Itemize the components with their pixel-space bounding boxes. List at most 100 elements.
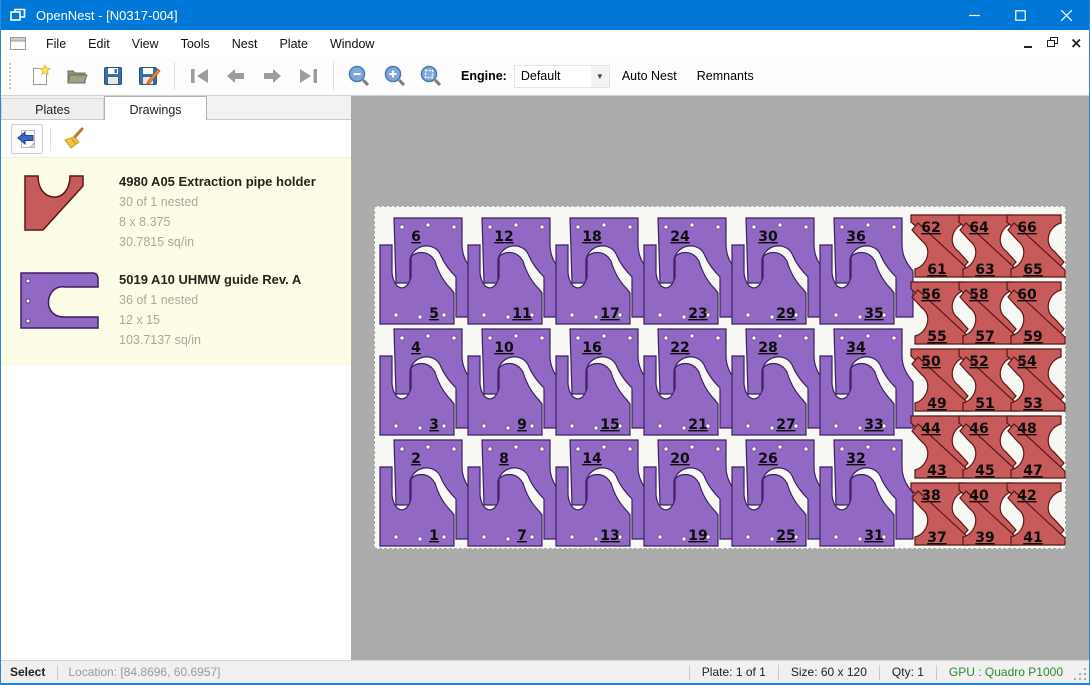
menu-tools[interactable]: Tools — [170, 34, 221, 54]
nested-part-pair-purple[interactable]: 3029 — [732, 218, 825, 324]
nested-part-pair-red[interactable]: 6463 — [959, 215, 1017, 278]
nest-part-number: 35 — [864, 306, 883, 322]
nested-part-pair-purple[interactable]: 3635 — [820, 218, 913, 324]
nest-part-number: 41 — [1023, 530, 1042, 546]
nested-part-pair-red[interactable]: 62 61 — [911, 215, 969, 278]
nested-part-pair-purple[interactable]: 2019 — [644, 440, 737, 546]
nested-part-pair-red[interactable]: 5251 — [959, 349, 1017, 412]
nested-part-pair-red[interactable]: 4645 — [959, 416, 1017, 479]
nest-part-number: 62 — [921, 220, 940, 236]
nested-part-pair-purple[interactable]: 87 — [468, 440, 561, 546]
nest-part-number: 39 — [975, 530, 994, 546]
resize-grip[interactable] — [1075, 661, 1089, 683]
nested-part-pair-red[interactable]: 5655 — [911, 282, 969, 345]
engine-label: Engine: — [461, 69, 507, 83]
nest-part-number: 45 — [975, 463, 994, 479]
menu-edit[interactable]: Edit — [77, 34, 121, 54]
nest-part-number: 15 — [600, 417, 619, 433]
previous-plate-button[interactable] — [218, 60, 254, 92]
next-plate-button[interactable] — [254, 60, 290, 92]
nested-part-pair-purple[interactable]: 1817 — [556, 218, 649, 324]
nest-part-number: 5 — [429, 306, 439, 322]
zoom-fit-button[interactable] — [413, 60, 449, 92]
nest-part-number: 66 — [1017, 220, 1036, 236]
nested-part-pair-purple[interactable]: 1211 — [468, 218, 561, 324]
chevron-down-icon[interactable]: ▼ — [591, 66, 609, 87]
remnants-button[interactable]: Remnants — [689, 65, 762, 87]
plate[interactable]: 6512111817242330293635431091615222128273… — [374, 206, 1066, 549]
nested-part-pair-red[interactable]: 3837 — [911, 483, 969, 546]
menu-nest[interactable]: Nest — [221, 34, 269, 54]
engine-select[interactable]: Default ▼ — [514, 65, 610, 88]
nested-part-pair-red[interactable]: 6059 — [1007, 282, 1065, 345]
drawing-item[interactable]: 5019 A10 UHMW guide Rev. A 36 of 1 neste… — [1, 260, 351, 358]
engine-selected-value: Default — [515, 69, 591, 83]
nest-part-number: 8 — [499, 451, 509, 467]
new-file-button[interactable] — [23, 60, 59, 92]
status-location: Location: [84.8696, 60.6957] — [58, 665, 230, 679]
close-button[interactable] — [1043, 0, 1089, 30]
nested-part-pair-red[interactable]: 4241 — [1007, 483, 1065, 546]
nested-part-pair-red[interactable]: 5453 — [1007, 349, 1065, 412]
nested-part-pair-purple[interactable]: 65 — [380, 218, 473, 324]
save-button[interactable] — [95, 60, 131, 92]
panel-tab-strip: Plates Drawings — [1, 96, 351, 120]
nested-part-pair-purple[interactable]: 3231 — [820, 440, 913, 546]
toolbar-grip[interactable] — [9, 63, 15, 89]
nested-part-pair-purple[interactable]: 109 — [468, 329, 561, 435]
nest-part-number: 61 — [927, 262, 946, 278]
nested-part-pair-purple[interactable]: 2221 — [644, 329, 737, 435]
drawing-item[interactable]: 4980 A05 Extraction pipe holder 30 of 1 … — [1, 162, 351, 260]
mdi-restore-icon[interactable] — [1047, 37, 1058, 51]
nest-part-number: 57 — [975, 329, 994, 345]
drawing-thumbnail-red — [17, 172, 109, 252]
menu-view[interactable]: View — [121, 34, 170, 54]
nested-part-pair-purple[interactable]: 3433 — [820, 329, 913, 435]
status-plate-size: Size: 60 x 120 — [779, 665, 879, 679]
save-as-button[interactable] — [131, 60, 167, 92]
nest-part-number: 23 — [688, 306, 707, 322]
auto-nest-button[interactable]: Auto Nest — [614, 65, 685, 87]
nested-part-pair-purple[interactable]: 21 — [380, 440, 473, 546]
nested-part-pair-red[interactable]: 5049 — [911, 349, 969, 412]
nested-part-pair-red[interactable]: 4039 — [959, 483, 1017, 546]
nested-part-pair-red[interactable]: 4443 — [911, 416, 969, 479]
mdi-close-icon[interactable] — [1072, 37, 1081, 51]
nest-part-number: 55 — [927, 329, 946, 345]
last-plate-button[interactable] — [290, 60, 326, 92]
nest-part-number: 48 — [1017, 421, 1036, 437]
send-back-to-drawings-button[interactable] — [11, 124, 43, 154]
nested-part-pair-red[interactable]: 4847 — [1007, 416, 1065, 479]
mdi-minimize-icon[interactable] — [1024, 37, 1033, 51]
first-plate-button[interactable] — [182, 60, 218, 92]
menu-plate[interactable]: Plate — [268, 34, 319, 54]
nested-part-pair-red[interactable]: 5857 — [959, 282, 1017, 345]
mdi-child-icon[interactable] — [10, 37, 26, 50]
nested-part-pair-purple[interactable]: 1413 — [556, 440, 649, 546]
nested-part-pair-purple[interactable]: 2625 — [732, 440, 825, 546]
nested-part-pair-purple[interactable]: 2827 — [732, 329, 825, 435]
menu-window[interactable]: Window — [319, 34, 385, 54]
nested-part-pair-purple[interactable]: 2423 — [644, 218, 737, 324]
app-window: OpenNest - [N0317-004] File Edit View To… — [0, 0, 1090, 685]
open-file-button[interactable] — [59, 60, 95, 92]
zoom-out-button[interactable] — [341, 60, 377, 92]
tab-drawings[interactable]: Drawings — [104, 96, 207, 120]
nested-part-pair-purple[interactable]: 43 — [380, 329, 473, 435]
drawing-size: 8 x 8.375 — [119, 212, 316, 232]
nest-part-number: 30 — [758, 229, 778, 245]
nest-canvas[interactable]: 6512111817242330293635431091615222128273… — [351, 96, 1089, 660]
tab-plates[interactable]: Plates — [1, 98, 104, 119]
nested-part-pair-red[interactable]: 6665 — [1007, 215, 1065, 278]
maximize-button[interactable] — [997, 0, 1043, 30]
drawing-nested-count: 30 of 1 nested — [119, 192, 316, 212]
nest-part-number: 6 — [411, 229, 421, 245]
nested-part-pair-purple[interactable]: 1615 — [556, 329, 649, 435]
clear-broom-button[interactable] — [58, 124, 90, 154]
nest-part-number: 28 — [758, 340, 777, 356]
minimize-button[interactable] — [951, 0, 997, 30]
nest-part-number: 2 — [411, 451, 421, 467]
zoom-in-button[interactable] — [377, 60, 413, 92]
nest-part-number: 16 — [582, 340, 601, 356]
menu-file[interactable]: File — [35, 34, 77, 54]
